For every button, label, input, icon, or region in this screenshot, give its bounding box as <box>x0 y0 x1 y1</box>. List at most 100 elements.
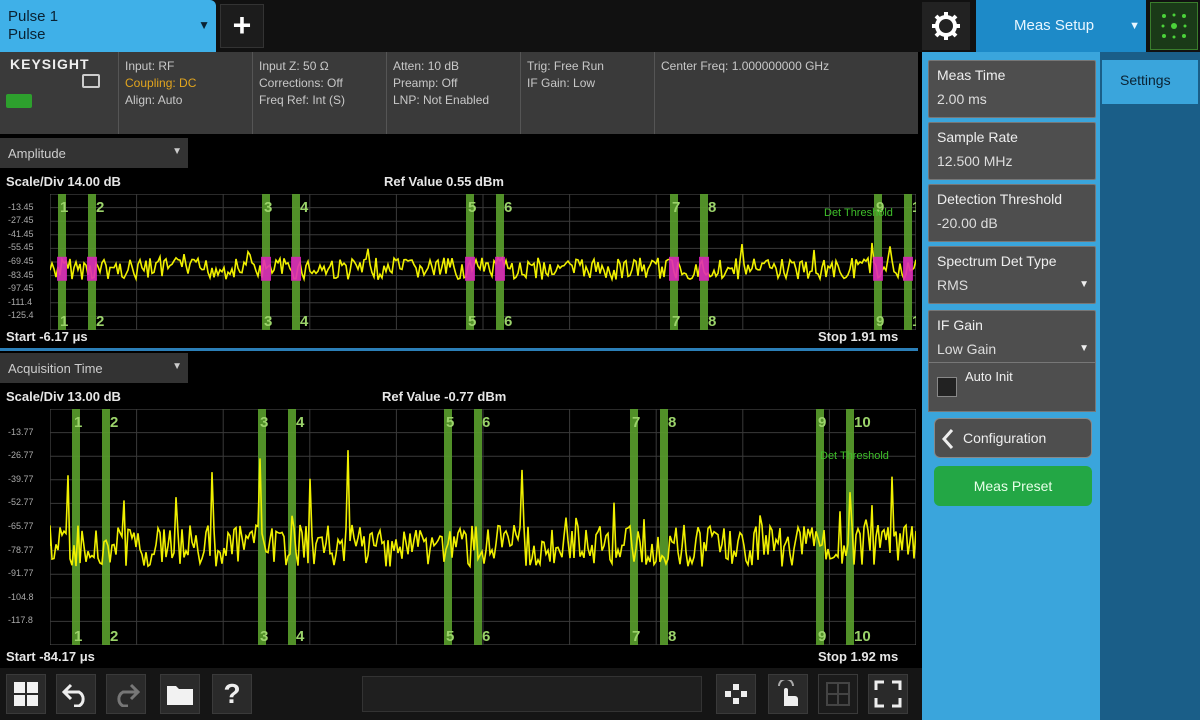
info-trigger-column[interactable]: Trig: Free Run IF Gain: Low <box>520 52 654 134</box>
sample-rate-control[interactable]: Sample Rate 12.500 MHz <box>928 122 1096 180</box>
undo-button[interactable] <box>56 674 96 714</box>
window2-start: Start -84.17 μs <box>6 649 95 664</box>
if-gain-auto-toggle[interactable]: Auto Init <box>928 362 1096 412</box>
acquisition-time-window[interactable]: Acquisition Time ▼ Scale/Div 13.00 dB Re… <box>0 348 918 666</box>
threshold-annotation: Det Threshold <box>820 450 889 462</box>
meas-time-value: 2.00 ms <box>937 91 987 107</box>
marker-label-top: 7 <box>672 199 680 216</box>
marker-label-bottom: 8 <box>668 628 676 645</box>
pulse-marker <box>669 256 679 281</box>
marker-label-bottom: 7 <box>672 313 680 330</box>
y-axis-tick-label: -41.45 <box>8 228 34 239</box>
info-if-gain: IF Gain: Low <box>527 76 596 90</box>
window1-scale: Scale/Div 14.00 dB <box>6 174 121 189</box>
window2-trace-plot[interactable]: 1 1 2 2 3 3 4 4 5 5 6 6 7 7 8 8 9 9 10 10 Det Threshold <box>50 409 916 645</box>
window2-view-label: Acquisition Time <box>8 361 103 376</box>
info-atten-column[interactable]: Atten: 10 dB Preamp: Off LNP: Not Enable… <box>386 52 520 134</box>
marker-label-bottom: 5 <box>446 628 454 645</box>
marker-label-bottom: 4 <box>296 628 305 645</box>
pulse-marker <box>495 256 505 281</box>
local-control-button[interactable] <box>1150 2 1198 50</box>
zoom-button[interactable] <box>716 674 756 714</box>
pulse-marker <box>57 256 67 281</box>
chevron-down-icon: ▼ <box>172 361 182 372</box>
pulse-marker <box>291 256 301 281</box>
file-button[interactable] <box>160 674 200 714</box>
marker-label-top: 3 <box>260 414 268 431</box>
status-info-bar: KEYSIGHT Input: RF Coupling: DC Align: A… <box>0 52 918 134</box>
y-axis-tick-label: -65.77 <box>8 521 34 531</box>
chevron-down-icon: ▼ <box>198 18 210 32</box>
window2-stop: Stop 1.92 ms <box>818 649 899 664</box>
touch-icon <box>778 680 798 706</box>
meas-setup-menu[interactable]: Meas Setup ▼ <box>976 0 1146 52</box>
grid-button[interactable] <box>818 674 858 714</box>
settings-button[interactable] <box>922 2 970 50</box>
pulse-marker <box>903 256 913 281</box>
screen-tab-name: Pulse 1 <box>8 8 59 25</box>
info-impedance-column[interactable]: Input Z: 50 Ω Corrections: Off Freq Ref:… <box>252 52 386 134</box>
auto-checkbox[interactable] <box>937 377 957 397</box>
info-freq-ref: Freq Ref: Int (S) <box>259 93 346 107</box>
window1-view-label: Amplitude <box>8 146 66 161</box>
info-input-column[interactable]: Input: RF Coupling: DC Align: Auto <box>118 52 252 134</box>
y-axis-tick-label: -117.8 <box>8 615 33 626</box>
info-lnp: LNP: Not Enabled <box>393 93 490 107</box>
marker-label-top: 4 <box>296 414 305 431</box>
chevron-down-icon: ▼ <box>1079 343 1089 354</box>
keysight-logo: KEYSIGHT <box>10 56 90 72</box>
spectrum-det-type-label: Spectrum Det Type <box>937 253 1057 269</box>
pulse-marker <box>465 256 475 281</box>
y-axis-tick-label: -55.45 <box>8 242 34 253</box>
help-icon: ? <box>223 678 241 709</box>
marker-label-bottom: 6 <box>504 313 512 330</box>
marker-label-top: 2 <box>96 199 104 216</box>
window2-ref-value: Ref Value -0.77 dBm <box>382 389 507 404</box>
info-frequency-column[interactable]: Center Freq: 1.000000000 GHz <box>654 52 918 134</box>
redo-button[interactable] <box>106 674 146 714</box>
marker-label-bottom: 9 <box>818 628 826 645</box>
touch-button[interactable] <box>768 674 808 714</box>
meas-preset-button[interactable]: Meas Preset <box>934 466 1092 506</box>
folder-icon <box>167 686 193 705</box>
y-axis-tick-label: -78.77 <box>8 544 34 555</box>
marker-band <box>444 409 452 645</box>
pulse-marker <box>87 256 97 281</box>
info-corrections: Corrections: Off <box>259 76 343 90</box>
marker-label-top: 8 <box>668 414 676 431</box>
marker-label-bottom: 10 <box>854 628 871 645</box>
tab-settings[interactable]: Settings <box>1102 60 1198 104</box>
meas-time-label: Meas Time <box>937 67 1006 83</box>
y-axis-tick-label: -83.45 <box>8 269 34 280</box>
marker-band <box>816 409 824 645</box>
fullscreen-icon <box>874 680 902 708</box>
bottom-toolbar: ? <box>0 668 922 720</box>
marker-band <box>102 409 110 645</box>
chevron-left-icon <box>941 429 954 449</box>
fullscreen-button[interactable] <box>868 674 908 714</box>
spectrum-det-type-control[interactable]: Spectrum Det Type RMS ▼ <box>928 246 1096 304</box>
y-axis-tick-label: -27.45 <box>8 215 34 226</box>
marker-label-top: 6 <box>504 199 512 216</box>
help-button[interactable]: ? <box>212 674 252 714</box>
window2-view-selector[interactable]: Acquisition Time ▼ <box>0 353 188 383</box>
marker-label-top: 2 <box>110 414 118 431</box>
y-axis-tick-label: -91.77 <box>8 568 34 579</box>
window1-start: Start -6.17 μs <box>6 329 88 344</box>
chevron-down-icon: ▼ <box>172 146 182 157</box>
threshold-annotation: Det Threshold <box>824 207 893 219</box>
window1-view-selector[interactable]: Amplitude ▼ <box>0 138 188 168</box>
command-entry-field[interactable] <box>362 676 702 712</box>
meas-time-control[interactable]: Meas Time 2.00 ms <box>928 60 1096 118</box>
if-gain-control[interactable]: IF Gain Low Gain ▼ <box>928 310 1096 368</box>
detection-threshold-control[interactable]: Detection Threshold -20.00 dB <box>928 184 1096 242</box>
pulse-marker <box>699 256 709 281</box>
add-screen-button[interactable]: + <box>220 4 264 48</box>
screen-tab-pulse[interactable]: Pulse 1 Pulse ▼ <box>0 0 216 52</box>
windows-button[interactable] <box>6 674 46 714</box>
configuration-button[interactable]: Configuration <box>934 418 1092 458</box>
amplitude-window[interactable]: Amplitude ▼ Scale/Div 14.00 dB Ref Value… <box>0 136 918 346</box>
marker-label-top: 5 <box>468 199 476 216</box>
window1-trace-plot[interactable]: 1122334455667788991010Det Threshold <box>50 194 916 330</box>
y-axis-tick-label: -52.77 <box>8 497 34 508</box>
